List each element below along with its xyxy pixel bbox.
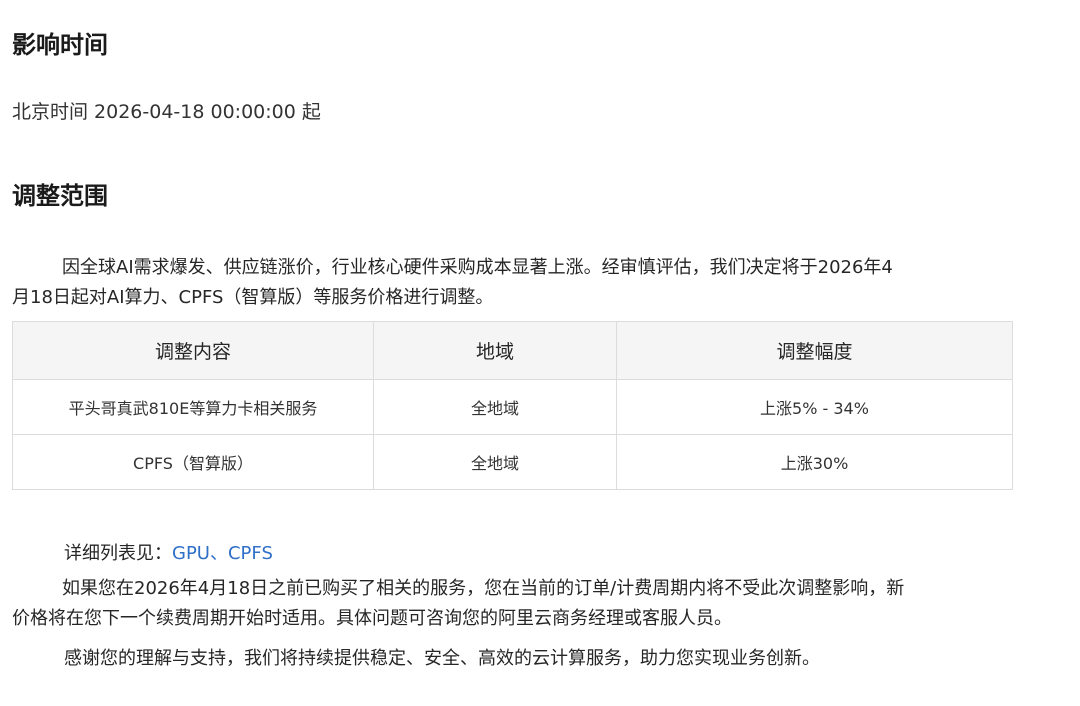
thanks-line: 感谢您的理解与支持，我们将持续提供稳定、安全、高效的云计算服务，助力您实现业务创… xyxy=(64,648,820,669)
announcement-page: 影响时间 北京时间 2026-04-18 00:00:00 起 调整范围 因全球… xyxy=(0,0,1080,706)
section-title-effective-time: 影响时间 xyxy=(12,31,108,59)
intro-line-1: 因全球AI需求爆发、供应链涨价，行业核心硬件采购成本显著上涨。经审慎评估，我们决… xyxy=(62,257,893,278)
table-cell-range: 上涨30% xyxy=(616,434,1013,490)
table-cell-region: 全地域 xyxy=(373,379,617,435)
table-cell-range: 上涨5% - 34% xyxy=(616,379,1013,435)
table-cell-region: 全地域 xyxy=(373,434,617,490)
note-line-1: 如果您在2026年4月18日之前已购买了相关的服务，您在当前的订单/计费周期内将… xyxy=(62,578,905,599)
gpu-link[interactable]: GPU xyxy=(172,543,210,564)
table-cell-content: CPFS（智算版） xyxy=(12,434,374,490)
column-header-content: 调整内容 xyxy=(12,321,374,380)
price-adjustment-table: 调整内容 地域 调整幅度 平头哥真武810E等算力卡相关服务 全地域 上涨5% … xyxy=(12,321,1013,490)
table-row: 平头哥真武810E等算力卡相关服务 全地域 上涨5% - 34% xyxy=(12,379,1013,435)
note-paragraph: 如果您在2026年4月18日之前已购买了相关的服务，您在当前的订单/计费周期内将… xyxy=(12,574,1012,634)
table-row: CPFS（智算版） 全地域 上涨30% xyxy=(12,434,1013,490)
section-title-adjustment-scope: 调整范围 xyxy=(12,182,108,210)
effective-time-text: 北京时间 2026-04-18 00:00:00 起 xyxy=(12,101,321,123)
cpfs-link[interactable]: CPFS xyxy=(228,543,273,564)
details-line: 详细列表见：GPU、CPFS xyxy=(64,539,273,569)
details-label: 详细列表见： xyxy=(64,543,172,564)
intro-line-2: 月18日起对AI算力、CPFS（智算版）等服务价格进行调整。 xyxy=(12,287,494,308)
note-line-2: 价格将在您下一个续费周期开始时适用。具体问题可咨询您的阿里云商务经理或客服人员。 xyxy=(12,608,732,629)
column-header-region: 地域 xyxy=(373,321,617,380)
link-separator: 、 xyxy=(209,543,228,564)
table-header-row: 调整内容 地域 调整幅度 xyxy=(12,321,1013,380)
column-header-range: 调整幅度 xyxy=(616,321,1013,380)
intro-paragraph: 因全球AI需求爆发、供应链涨价，行业核心硬件采购成本显著上涨。经审慎评估，我们决… xyxy=(12,253,1012,313)
table-cell-content: 平头哥真武810E等算力卡相关服务 xyxy=(12,379,374,435)
